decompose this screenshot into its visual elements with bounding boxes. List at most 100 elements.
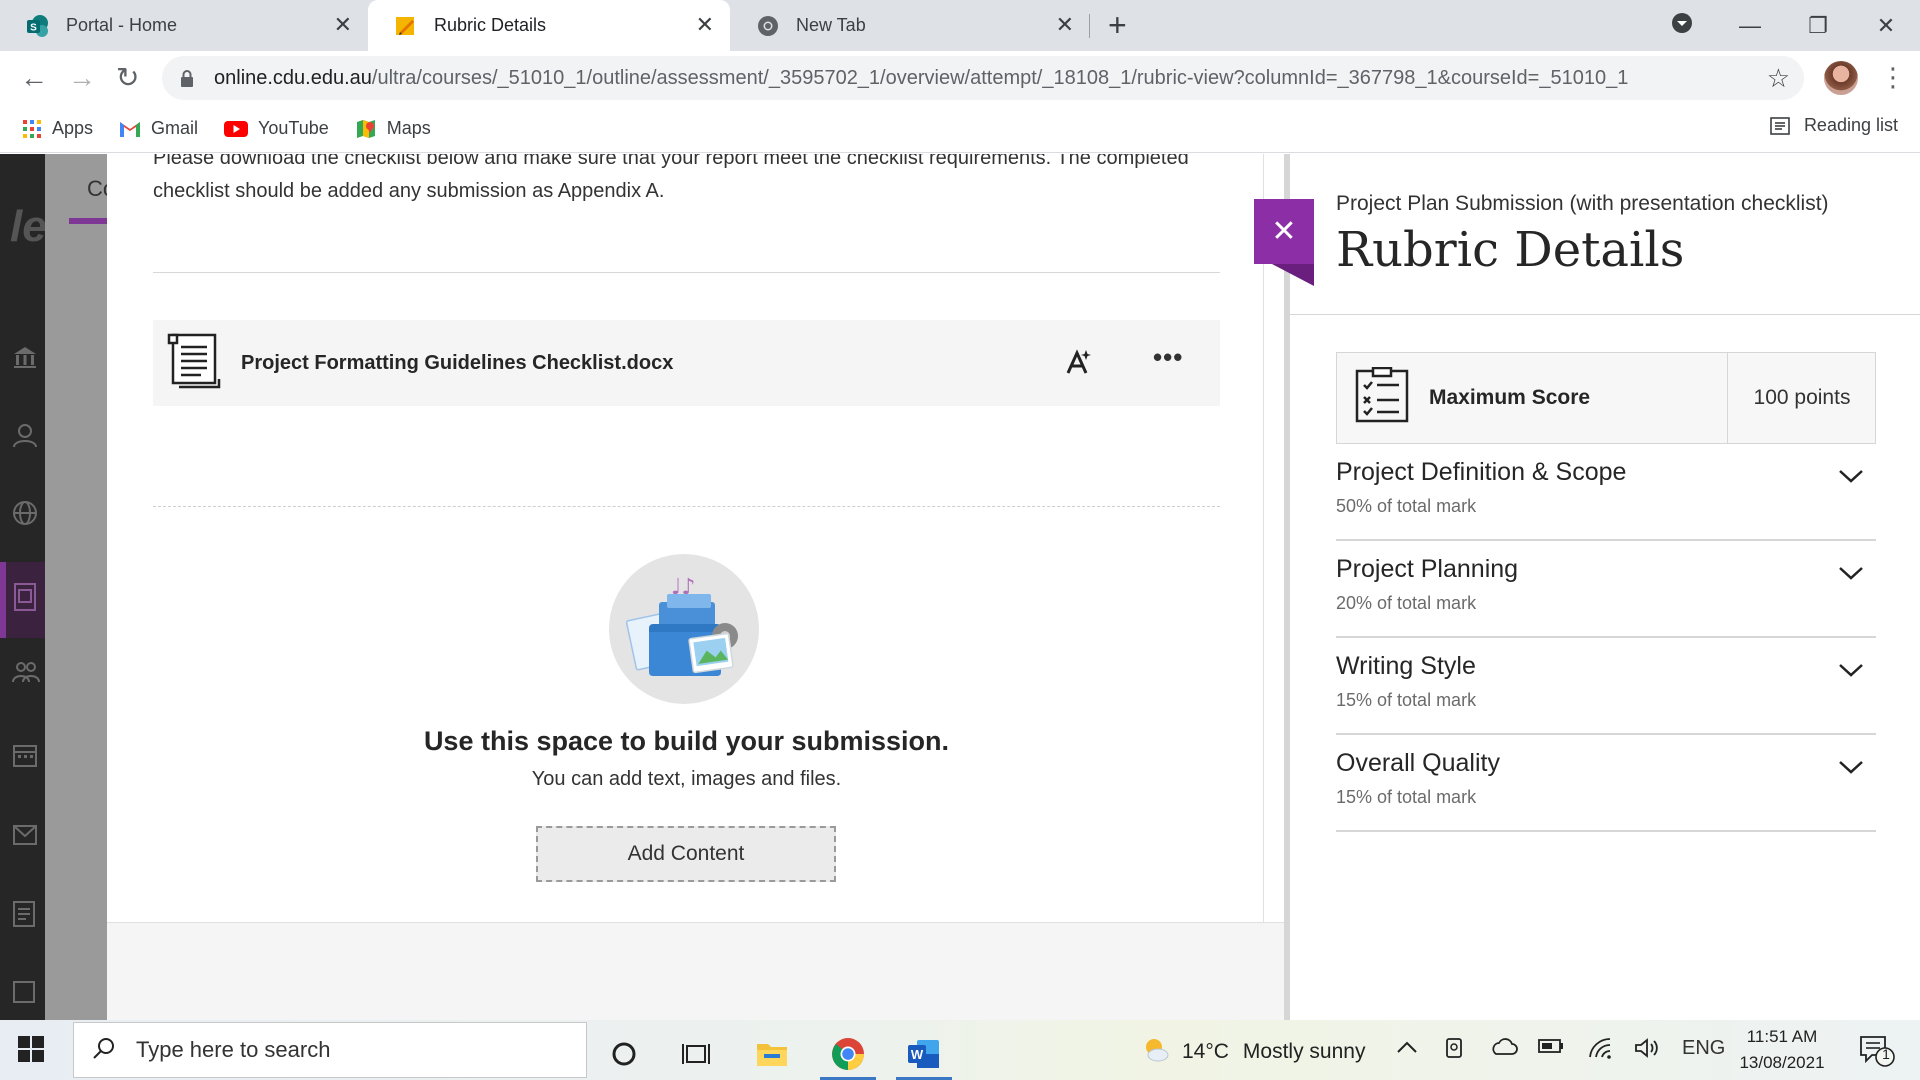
sunny-weather-icon [1140, 1034, 1170, 1070]
divider [153, 272, 1220, 273]
maximum-score-box: Maximum Score 100 points [1336, 352, 1876, 444]
word-taskbar-icon[interactable]: W [888, 1028, 960, 1080]
attachment-card[interactable]: Project Formatting Guidelines Checklist.… [153, 320, 1220, 406]
onedrive-cloud-icon[interactable] [1490, 1037, 1518, 1063]
taskbar-search-box[interactable]: Type here to search [73, 1022, 587, 1078]
empty-state-title: Use this space to build your submission. [423, 726, 950, 756]
address-bar[interactable]: online.cdu.edu.au/ultra/courses/_51010_1… [162, 56, 1804, 100]
criterion-project-planning[interactable]: Project Planning 20% of total mark [1336, 541, 1876, 638]
criterion-overall-quality[interactable]: Overall Quality 15% of total mark [1336, 735, 1876, 832]
panel-title: Rubric Details [1336, 222, 1685, 278]
immersive-reader-icon[interactable] [1065, 348, 1093, 381]
criterion-weight: 15% of total mark [1336, 690, 1477, 710]
bookmark-label: Maps [386, 118, 431, 138]
volume-icon[interactable] [1634, 1037, 1660, 1065]
reading-list-button[interactable]: Reading list [1770, 115, 1898, 136]
criterion-project-definition-scope[interactable]: Project Definition & Scope 50% of total … [1336, 444, 1876, 541]
task-view-icon[interactable] [660, 1028, 732, 1080]
web-page: le Co Please download the checklist belo… [0, 154, 1920, 1020]
tab-new-tab[interactable]: New Tab ✕ [730, 0, 1090, 51]
criterion-weight: 15% of total mark [1336, 787, 1477, 807]
bookmark-gmail[interactable]: Gmail [119, 118, 198, 139]
youtube-icon [224, 120, 249, 138]
battery-icon[interactable] [1538, 1037, 1564, 1060]
bookmark-youtube[interactable]: YouTube [224, 118, 329, 139]
tools-icon[interactable] [12, 980, 36, 1011]
chevron-down-icon[interactable] [1838, 759, 1864, 780]
dashed-divider [153, 506, 1220, 507]
bookmark-apps[interactable]: Apps [22, 118, 93, 139]
tab-rubric-details[interactable]: Rubric Details ✕ [368, 0, 730, 51]
messages-icon[interactable] [12, 822, 38, 853]
folder-illustration-icon: ♩♪ [609, 554, 759, 704]
globe-icon[interactable] [12, 500, 38, 533]
cortana-icon[interactable] [588, 1028, 660, 1080]
bookmark-label: YouTube [258, 118, 329, 138]
bookmark-star-icon[interactable]: ☆ [1767, 63, 1790, 94]
tab-title: Portal - Home [66, 15, 178, 35]
checklist-icon [1353, 366, 1411, 430]
forward-arrow-icon[interactable]: → [68, 62, 96, 94]
clock-date: 13/08/2021 [1739, 1053, 1825, 1072]
criterion-writing-style[interactable]: Writing Style 15% of total mark [1336, 638, 1876, 735]
windows-start-icon[interactable] [18, 1036, 44, 1067]
pencil-doc-icon [394, 14, 418, 38]
file-explorer-icon[interactable] [736, 1028, 808, 1080]
calendar-icon[interactable] [12, 742, 38, 775]
institution-icon[interactable] [12, 344, 38, 377]
submission-content-area: Please download the checklist below and … [107, 154, 1264, 922]
weather-description: Mostly sunny [1242, 1040, 1366, 1063]
attachment-file-name[interactable]: Project Formatting Guidelines Checklist.… [241, 352, 673, 375]
minimize-icon[interactable]: — [1716, 13, 1784, 39]
bookmarks-bar: Apps Gmail YouTube Maps Reading list [0, 105, 1920, 153]
close-tab-icon[interactable]: ✕ [1056, 14, 1074, 36]
panel-subtitle: Project Plan Submission (with presentati… [1336, 192, 1829, 215]
notification-count: 1 [1882, 1046, 1890, 1062]
system-clock[interactable]: 11:51 AM 13/08/2021 [1712, 1024, 1852, 1076]
courses-icon[interactable] [12, 582, 38, 619]
profile-avatar[interactable] [1824, 61, 1858, 95]
lock-icon [180, 69, 194, 87]
chevron-down-icon[interactable] [1838, 565, 1864, 586]
bookmark-maps[interactable]: Maps [355, 118, 431, 140]
svg-text:S: S [30, 22, 37, 33]
window-close-icon[interactable]: ✕ [1852, 13, 1920, 39]
search-icon [92, 1036, 116, 1065]
notification-center-icon[interactable]: 1 [1858, 1034, 1898, 1073]
new-tab-plus-icon[interactable]: + [1108, 8, 1127, 42]
divider [1290, 314, 1920, 315]
close-tab-icon[interactable]: ✕ [334, 14, 352, 36]
course-tab-indicator [69, 218, 107, 224]
chevron-down-icon[interactable] [1838, 468, 1864, 489]
criterion-weight: 50% of total mark [1336, 496, 1477, 516]
tab-search-icon[interactable] [1648, 12, 1716, 40]
sharepoint-icon: S [26, 14, 50, 38]
institution-logo: le [10, 202, 47, 251]
reading-list-label: Reading list [1803, 115, 1898, 135]
chrome-icon [756, 14, 780, 38]
back-arrow-icon[interactable]: ← [20, 62, 48, 94]
gmail-icon [119, 120, 141, 138]
restore-icon[interactable]: ❐ [1784, 13, 1852, 39]
url-path: /ultra/courses/_51010_1/outline/assessme… [371, 66, 1629, 89]
more-options-icon[interactable]: ••• [1153, 342, 1183, 373]
close-tab-icon[interactable]: ✕ [696, 14, 714, 36]
grades-icon[interactable] [12, 900, 36, 935]
close-icon[interactable]: ✕ [1254, 199, 1314, 264]
wifi-icon[interactable] [1588, 1037, 1612, 1065]
tab-portal-home[interactable]: S Portal - Home ✕ [0, 0, 368, 51]
meet-now-icon[interactable] [1444, 1037, 1466, 1065]
weather-widget[interactable]: 14°C Mostly sunny [1140, 1034, 1365, 1070]
add-content-button[interactable]: Add Content [536, 826, 836, 882]
chrome-taskbar-icon[interactable] [812, 1028, 884, 1080]
reload-icon[interactable]: ↻ [116, 62, 139, 94]
show-hidden-icons-chevron-icon[interactable] [1396, 1037, 1418, 1060]
chevron-down-icon[interactable] [1838, 662, 1864, 683]
profile-user-icon[interactable] [12, 422, 38, 455]
weather-temperature: 14°C [1182, 1040, 1229, 1063]
browser-menu-icon[interactable]: ⋮ [1880, 61, 1906, 93]
close-panel-button[interactable]: ✕ [1254, 199, 1314, 287]
groups-icon[interactable] [12, 660, 40, 693]
assessment-instructions: Please download the checklist below and … [153, 154, 1189, 202]
course-left-navigation: le [0, 154, 47, 1020]
